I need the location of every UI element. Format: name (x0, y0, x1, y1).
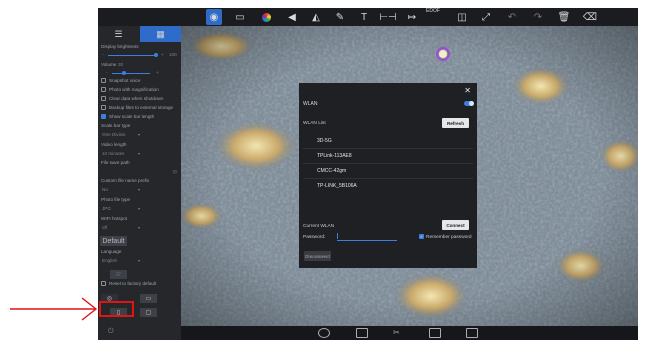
reset-factory-label: Reset to factory default (109, 281, 157, 286)
bottom-toolbar: ✂ (181, 326, 638, 340)
edof-icon[interactable]: EDOF (426, 8, 442, 25)
disconnect-button[interactable]: Disconnect (304, 251, 331, 261)
record-icon[interactable] (356, 328, 368, 338)
network-item[interactable]: 3D-5G (317, 138, 332, 144)
volume-slider[interactable] (112, 73, 150, 74)
camera-icon[interactable]: ◉ (206, 9, 222, 25)
brightness-plus[interactable]: + (161, 52, 164, 57)
close-icon[interactable]: ✕ (464, 86, 471, 95)
distance-icon[interactable]: ↦ (404, 9, 420, 25)
connect-button[interactable]: Connect (442, 220, 469, 230)
wlan-label: WLAN (303, 101, 318, 107)
delete-icon[interactable]: 🗑 (556, 9, 572, 25)
snapshot-voice-label: Snapshot voice (109, 78, 141, 83)
chevron-down-icon: ▾ (138, 206, 141, 211)
wlan-list-label: WLAN List (303, 121, 326, 126)
expand-icon[interactable]: ⤢ (478, 9, 494, 25)
sidebar-tabs: ☰ ▦ (98, 26, 181, 42)
chevron-down-icon: ▾ (138, 132, 141, 137)
photo-magnification-label: Photo with magnification (109, 87, 159, 92)
annotation-arrow (10, 297, 98, 321)
chevron-down-icon: ▾ (138, 225, 141, 230)
brightness-slider[interactable] (108, 55, 158, 56)
info-button[interactable]: ▢ (140, 308, 157, 317)
wlan-dialog: ✕ WLAN WLAN List Refresh 3D-5G TPLink-11… (299, 83, 477, 268)
backup-files-label: Backup files to external storage (109, 105, 174, 110)
crop-icon[interactable]: ▭ (232, 9, 248, 25)
color-wheel-icon[interactable] (258, 9, 274, 25)
wlan-toggle-knob (469, 101, 474, 106)
volume-knob[interactable] (122, 71, 126, 75)
current-wlan-label: Current WLAN (303, 224, 335, 229)
brightness-value: 100 (169, 52, 177, 57)
network-item[interactable]: TP-LINK_5B106A (317, 183, 357, 189)
edof-label: EDOF (426, 8, 440, 14)
grid-icon: ▦ (156, 28, 165, 39)
refresh-button[interactable]: Refresh (442, 118, 469, 128)
remember-password-checkbox[interactable]: ✓ (419, 234, 424, 239)
chevron-down-icon: ▾ (138, 151, 141, 156)
eraser-icon[interactable]: ⌫ (582, 9, 598, 25)
remember-password-label: Remember password (426, 235, 472, 240)
gallery-icon[interactable] (429, 328, 441, 338)
text-icon[interactable]: T (356, 9, 372, 25)
top-toolbar: ◉ ▭ ◀ ◭ ✎ T ⊢⊣ ↦ EDOF ◫ ⤢ ↶ ↷ 🗑 ⌫ (98, 8, 638, 26)
info-icon: ▢ (145, 310, 152, 316)
pointer-icon[interactable]: ☞ (110, 270, 127, 279)
split-view-icon[interactable]: ◫ (454, 9, 470, 25)
divider (303, 163, 473, 164)
tab-grid[interactable]: ▦ (140, 26, 181, 42)
pen-icon[interactable]: ✎ (332, 9, 348, 25)
scissors-icon[interactable]: ✂ (393, 328, 405, 338)
brightness-knob[interactable] (154, 53, 158, 57)
measure-icon[interactable]: ⊢⊣ (379, 9, 396, 25)
clear-data-label: Clear data when shutdown (109, 96, 164, 101)
sliders-icon: ☰ (114, 28, 123, 39)
network-item[interactable]: CMCC-42gm (317, 168, 346, 174)
redo-icon[interactable]: ↷ (530, 9, 546, 25)
monitor-icon: ▭ (145, 296, 152, 302)
chevron-down-icon: ▾ (138, 258, 141, 263)
password-input[interactable] (337, 240, 397, 241)
capture-icon[interactable] (318, 328, 330, 338)
divider (303, 148, 473, 149)
folder-icon[interactable]: ⊡ (173, 169, 177, 175)
volume-plus[interactable]: + (156, 70, 159, 75)
divider (303, 178, 473, 179)
password-caret (337, 233, 338, 239)
show-scale-bar-label: Show scale bar length (109, 114, 155, 119)
settings-sidebar: ☰ ▦ Display brightness - + 100 Volume 30… (98, 26, 181, 340)
volume-value: 30 (118, 62, 124, 67)
network-item[interactable]: TPLink-113AE8 (317, 153, 352, 159)
monitor-button[interactable]: ▭ (140, 294, 157, 303)
chevron-down-icon: ▾ (138, 187, 141, 192)
undo-icon[interactable]: ↶ (504, 9, 520, 25)
folder-icon[interactable] (466, 328, 478, 338)
triangle-left-icon[interactable]: ◀ (284, 9, 300, 25)
mirror-icon[interactable]: ◭ (308, 9, 324, 25)
password-label: Password: (303, 235, 326, 240)
